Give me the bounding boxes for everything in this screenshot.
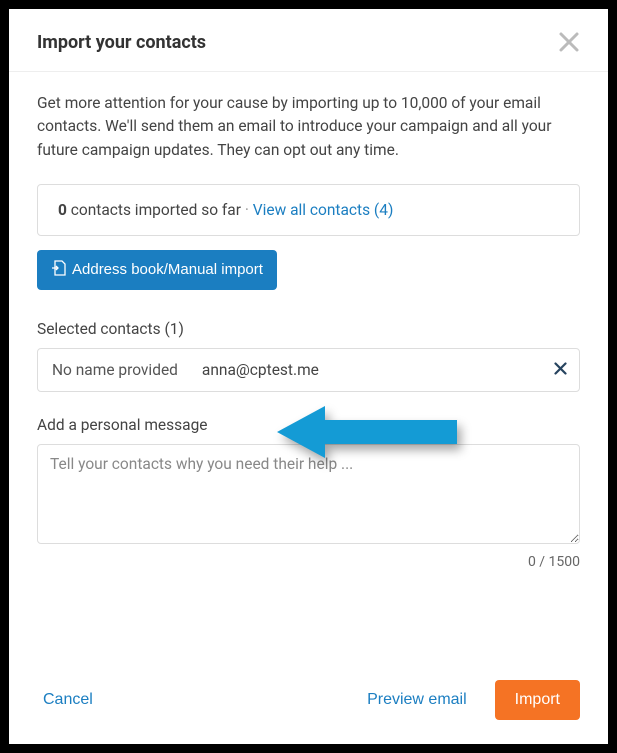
import-file-icon [51,260,66,280]
modal-body: Get more attention for your cause by imp… [9,72,608,662]
char-counter: 0 / 1500 [37,554,580,570]
address-book-button[interactable]: Address book/Manual import [37,250,277,290]
imported-suffix: contacts imported so far [67,201,241,219]
modal-header: Import your contacts [9,9,608,72]
imported-count: 0 [58,201,67,219]
address-book-label: Address book/Manual import [72,261,263,278]
preview-email-button[interactable]: Preview email [361,681,473,719]
cancel-button[interactable]: Cancel [37,681,99,719]
selected-contacts-label: Selected contacts (1) [37,320,580,338]
import-status-box: 0 contacts imported so far · View all co… [37,184,580,236]
contact-name: No name provided [52,361,178,379]
contact-row: No name provided anna@cptest.me [37,348,580,392]
modal-title: Import your contacts [37,32,206,53]
remove-contact-icon[interactable] [554,361,567,379]
intro-text: Get more attention for your cause by imp… [37,92,580,162]
view-all-contacts-link[interactable]: View all contacts (4) [253,201,394,219]
contact-email: anna@cptest.me [202,361,319,379]
callout-arrow-icon [277,402,462,466]
message-label-row: Add a personal message [37,416,580,434]
import-contacts-modal: Import your contacts Get more attention … [9,9,608,744]
separator-dot: · [241,201,253,219]
import-button[interactable]: Import [495,680,580,720]
close-icon[interactable] [558,31,580,53]
modal-footer: Cancel Preview email Import [9,662,608,744]
